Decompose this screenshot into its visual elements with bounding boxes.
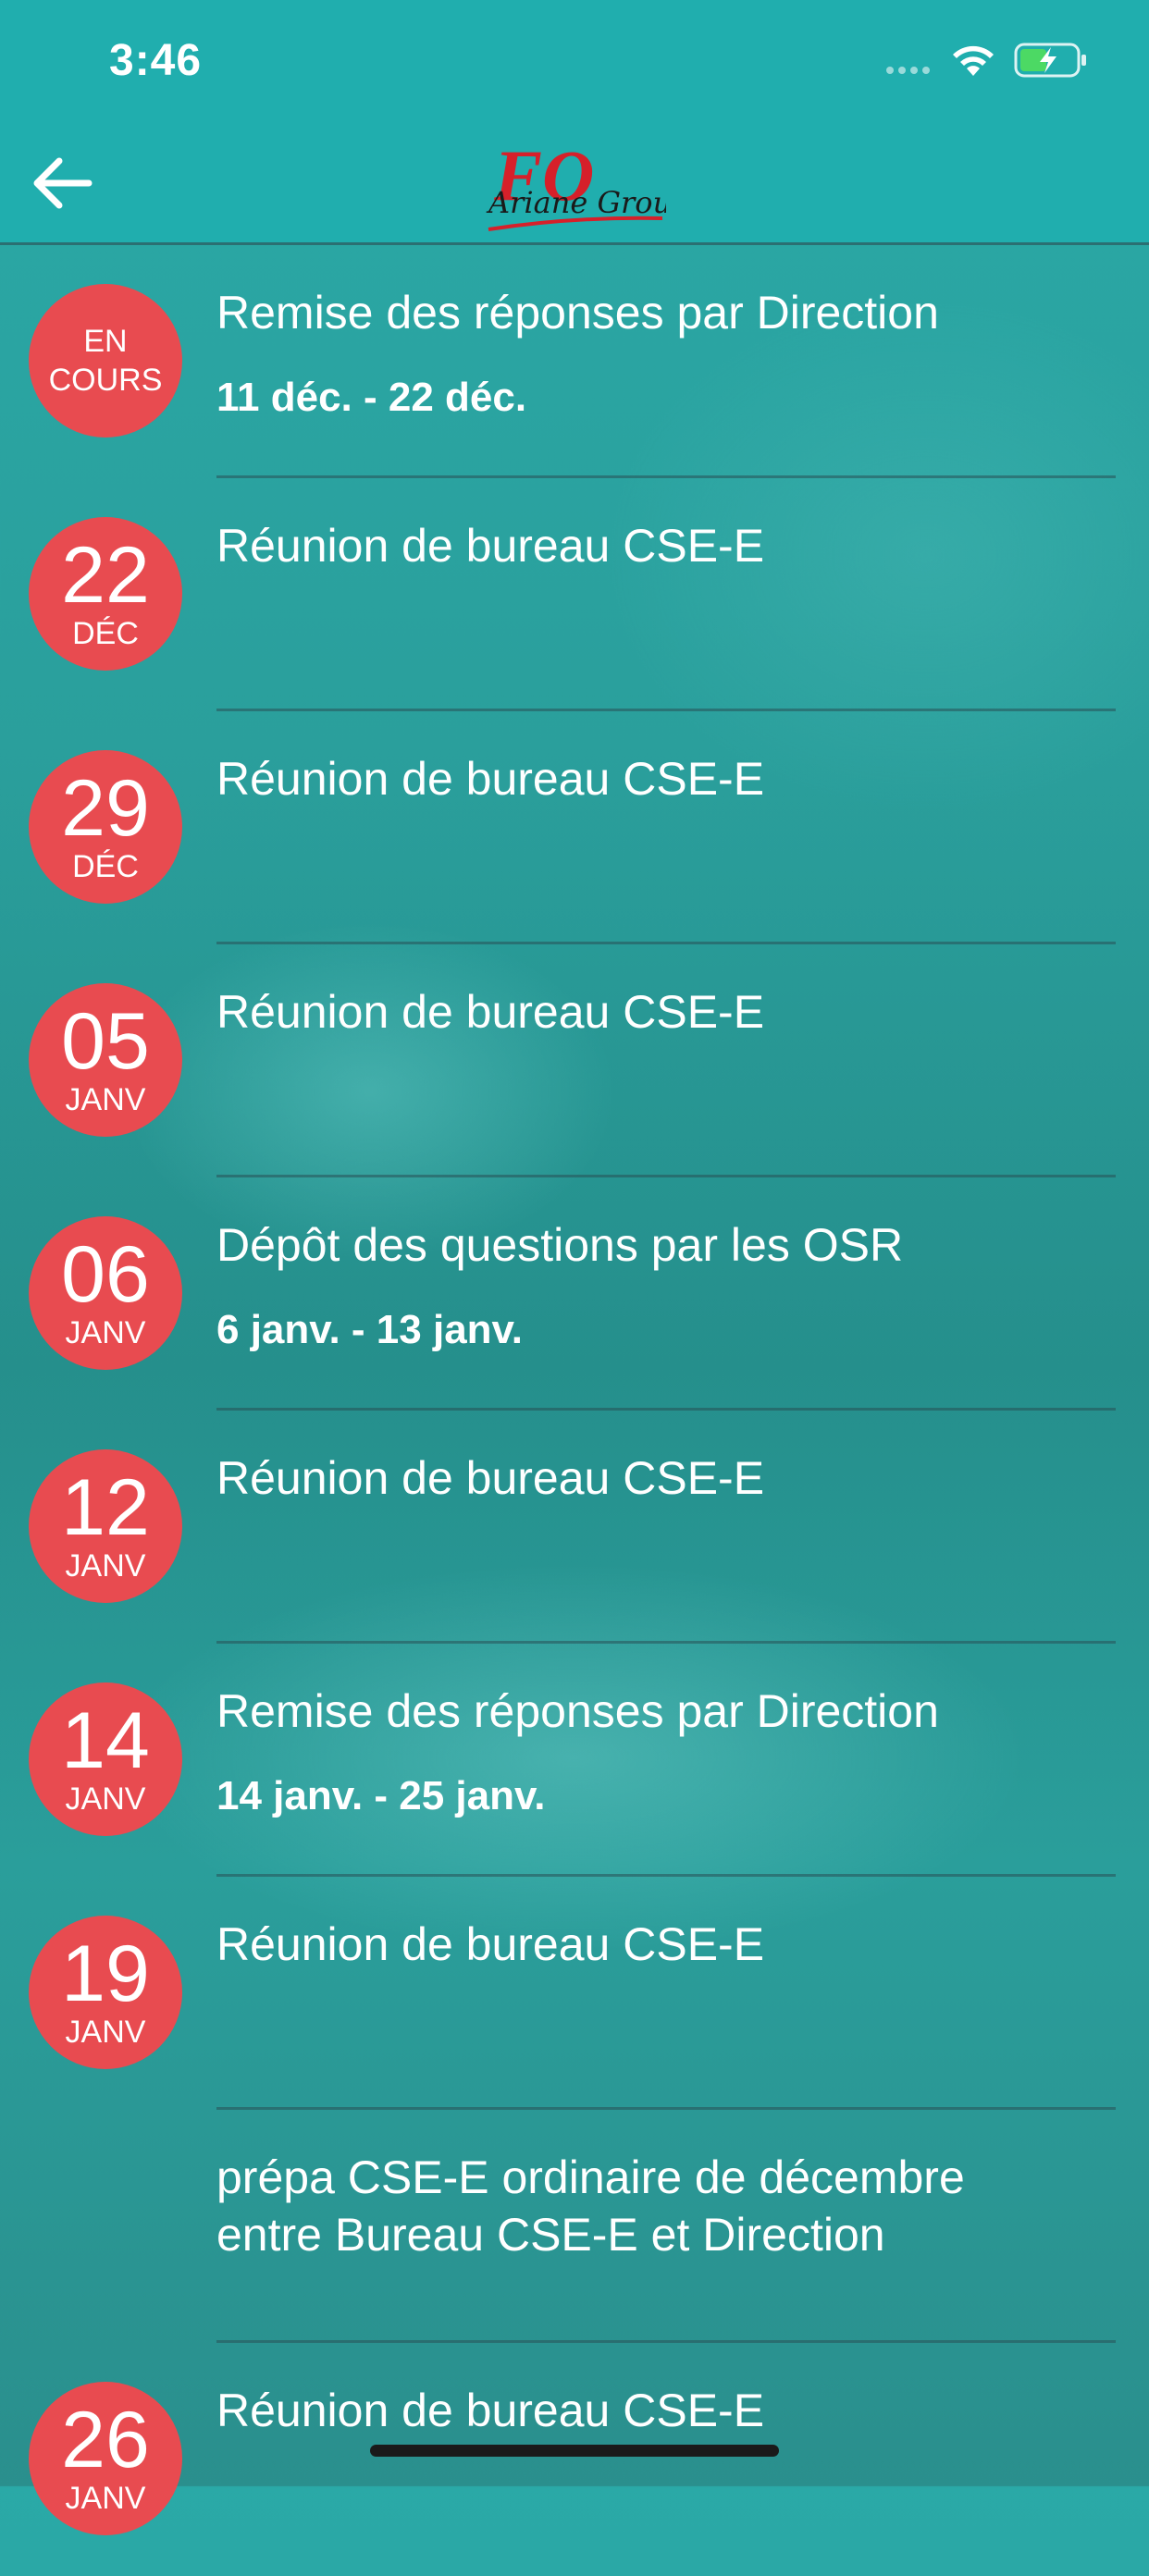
event-row[interactable]: 22 DÉC Réunion de bureau CSE-E (0, 478, 1149, 711)
date-badge: 14 JANV (29, 1682, 182, 1836)
fo-ariane-group-logo: FO Ariane Group (486, 135, 666, 231)
event-date-range: 14 janv. - 25 janv. (216, 1773, 546, 1818)
battery-charging-icon (1014, 43, 1086, 78)
event-list: EN COURS Remise des réponses par Directi… (0, 245, 1149, 2576)
badge-month: JANV (65, 1548, 146, 1584)
event-title: Remise des réponses par Direction (216, 1685, 939, 1737)
badge-day: 14 (61, 1696, 150, 1785)
cellular-signal-icon (886, 67, 930, 74)
date-badge: 29 DÉC (29, 750, 182, 904)
badge-day: 22 (61, 531, 150, 620)
event-row[interactable]: EN COURS Remise des réponses par Directi… (0, 245, 1149, 478)
event-title: Dépôt des questions par les OSR (216, 1219, 904, 1271)
badge-month: JANV (65, 1315, 146, 1350)
home-indicator[interactable] (370, 2445, 779, 2457)
svg-text:Ariane Group: Ariane Group (486, 185, 666, 220)
date-badge: EN COURS (29, 284, 182, 438)
event-row[interactable]: 05 JANV Réunion de bureau CSE-E (0, 944, 1149, 1177)
event-row[interactable]: 06 JANV Dépôt des questions par les OSR … (0, 1177, 1149, 1411)
event-title: Remise des réponses par Direction (216, 287, 939, 339)
badge-month: JANV (65, 1781, 146, 1817)
event-title: prépa CSE-E ordinaire de décembre entre … (216, 2151, 965, 2261)
status-bar: 3:46 (0, 0, 1149, 122)
badge-day: 19 (61, 1929, 150, 2018)
navigation-bar: FO Ariane Group (0, 122, 1149, 245)
event-title: Réunion de bureau CSE-E (216, 1918, 765, 1970)
event-title: Réunion de bureau CSE-E (216, 753, 765, 805)
date-badge: 19 JANV (29, 1916, 182, 2069)
event-row[interactable]: 29 DÉC Réunion de bureau CSE-E (0, 711, 1149, 944)
badge-day: 06 (61, 1230, 150, 1319)
badge-day: 29 (61, 764, 150, 853)
date-badge: 12 JANV (29, 1449, 182, 1603)
event-title: Réunion de bureau CSE-E (216, 520, 765, 572)
badge-month: DÉC (72, 849, 139, 884)
event-title: Réunion de bureau CSE-E (216, 1452, 765, 1504)
badge-month: JANV (65, 1082, 146, 1117)
badge-day: 12 (61, 1463, 150, 1552)
badge-day: 05 (61, 997, 150, 1086)
event-row[interactable]: 19 JANV Réunion de bureau CSE-E (0, 1877, 1149, 2110)
event-row[interactable]: prépa CSE-E ordinaire de décembre entre … (0, 2110, 1149, 2343)
status-time: 3:46 (109, 36, 203, 85)
badge-month: DÉC (72, 616, 139, 651)
date-badge: 05 JANV (29, 983, 182, 1137)
date-badge: 06 JANV (29, 1216, 182, 1370)
event-row[interactable]: 12 JANV Réunion de bureau CSE-E (0, 1411, 1149, 1644)
badge-month: JANV (65, 2015, 146, 2050)
event-title: Réunion de bureau CSE-E (216, 2385, 765, 2436)
date-badge: 22 DÉC (29, 517, 182, 671)
wifi-icon (953, 45, 994, 76)
event-title: Réunion de bureau CSE-E (216, 986, 765, 1038)
event-date-range: 11 déc. - 22 déc. (216, 375, 527, 420)
badge-day: 26 (61, 2396, 150, 2484)
back-arrow-icon[interactable] (28, 154, 94, 213)
date-badge: 26 JANV (29, 2382, 182, 2535)
event-row[interactable]: 14 JANV Remise des réponses par Directio… (0, 1644, 1149, 1877)
event-row[interactable]: 26 JANV Réunion de bureau CSE-E (0, 2343, 1149, 2576)
event-date-range: 6 janv. - 13 janv. (216, 1307, 523, 1352)
badge-status: EN COURS (48, 324, 163, 398)
